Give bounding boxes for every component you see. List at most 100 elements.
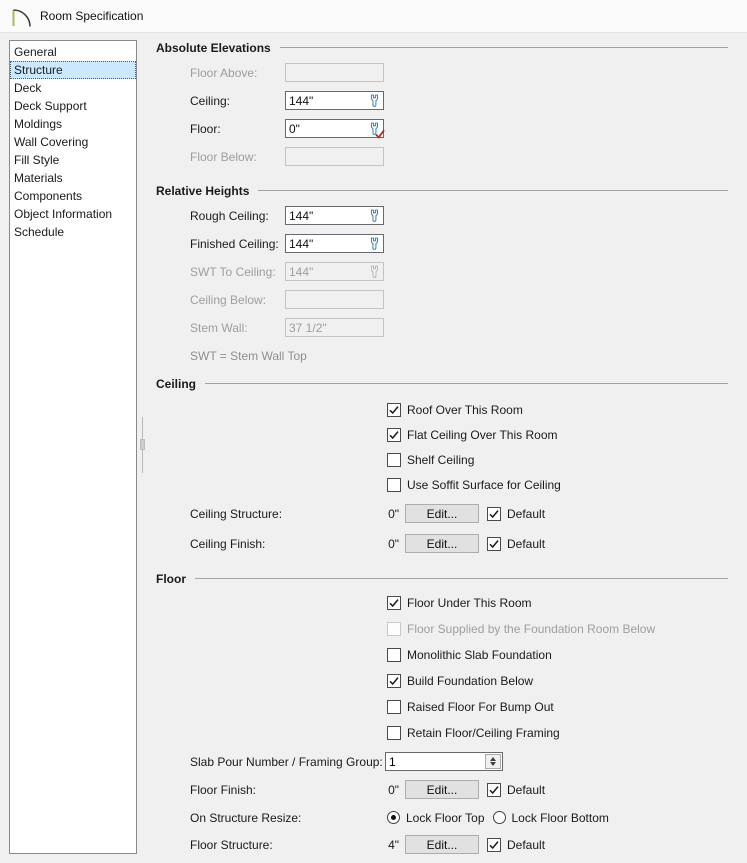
checkbox-floor-under-this-room[interactable] bbox=[387, 596, 401, 610]
checkbox-monolithic-slab[interactable] bbox=[387, 648, 401, 662]
field-row-rough-ceiling: Rough Ceiling: bbox=[190, 206, 728, 225]
section-title: Ceiling bbox=[156, 376, 197, 391]
sidebar-item-materials[interactable]: Materials bbox=[10, 169, 136, 187]
stem-wall-field bbox=[285, 318, 384, 337]
ceiling-structure-default-checkbox[interactable] bbox=[487, 506, 501, 521]
field-label: Stem Wall: bbox=[190, 320, 248, 335]
ceiling-finish-row: Ceiling Finish: 0" Edit... Default bbox=[190, 534, 728, 553]
row-label: Ceiling Finish: bbox=[190, 536, 266, 551]
dialog-header: Room Specification bbox=[0, 0, 747, 33]
sidebar-item-components[interactable]: Components bbox=[10, 187, 136, 205]
radio-label: Lock Floor Top bbox=[406, 810, 485, 825]
sidebar-item-deck-support[interactable]: Deck Support bbox=[10, 97, 136, 115]
floor-structure-default-checkbox[interactable] bbox=[487, 837, 501, 852]
check-icon bbox=[389, 431, 399, 440]
checkbox-label: Floor Supplied by the Foundation Room Be… bbox=[407, 622, 656, 636]
row-label: Floor Finish: bbox=[190, 782, 257, 797]
radio-lock-floor-bottom[interactable] bbox=[492, 811, 506, 824]
checkbox-label: Floor Under This Room bbox=[407, 596, 532, 610]
wrench-icon[interactable] bbox=[367, 209, 381, 223]
wrench-icon[interactable] bbox=[367, 237, 381, 251]
section-title: Absolute Elevations bbox=[156, 40, 271, 55]
floor-finish-value: 0" bbox=[388, 782, 399, 797]
sidebar-item-structure[interactable]: Structure bbox=[10, 61, 136, 79]
check-icon bbox=[489, 840, 499, 849]
section-title: Floor bbox=[156, 571, 186, 586]
checkbox-label: Build Foundation Below bbox=[407, 674, 534, 688]
checkbox-label: Raised Floor For Bump Out bbox=[407, 700, 554, 714]
floor-finish-edit-button[interactable]: Edit... bbox=[405, 780, 479, 799]
checkbox-label: Roof Over This Room bbox=[407, 403, 523, 417]
ceiling-finish-value: 0" bbox=[388, 536, 399, 551]
section-header: Floor bbox=[150, 571, 728, 586]
field-label: SWT To Ceiling: bbox=[190, 264, 276, 279]
checkbox-row: Use Soffit Surface for Ceiling bbox=[387, 477, 728, 493]
ceiling-structure-edit-button[interactable]: Edit... bbox=[405, 504, 479, 523]
checkbox-roof-over-this-room[interactable] bbox=[387, 403, 401, 417]
checkbox-build-foundation-below[interactable] bbox=[387, 674, 401, 688]
sidebar-item-wall-covering[interactable]: Wall Covering bbox=[10, 133, 136, 151]
section-rule bbox=[279, 47, 728, 48]
row-label: Floor Structure: bbox=[190, 837, 273, 852]
sidebar-item-general[interactable]: General bbox=[10, 43, 136, 61]
section-relative-heights: Relative Heights Rough Ceiling: Finished… bbox=[150, 184, 728, 363]
field-label: Floor: bbox=[190, 121, 221, 136]
ceiling-finish-edit-button[interactable]: Edit... bbox=[405, 534, 479, 553]
red-check-icon bbox=[375, 129, 385, 139]
wrench-icon[interactable] bbox=[367, 94, 381, 108]
section-header: Relative Heights bbox=[150, 184, 728, 198]
stepper-down-icon[interactable] bbox=[490, 762, 496, 767]
splitter-grip-icon[interactable] bbox=[140, 439, 145, 450]
sidebar-item-moldings[interactable]: Moldings bbox=[10, 115, 136, 133]
default-label: Default bbox=[507, 837, 546, 852]
checkbox-row: Raised Floor For Bump Out bbox=[387, 699, 728, 715]
stepper-buttons[interactable] bbox=[485, 754, 501, 769]
radio-lock-floor-top[interactable] bbox=[387, 811, 400, 824]
field-label: Rough Ceiling: bbox=[190, 208, 269, 223]
dialog-title: Room Specification bbox=[40, 9, 144, 23]
floor-finish-default-checkbox[interactable] bbox=[487, 782, 501, 797]
section-rule bbox=[205, 383, 728, 384]
checkbox-label: Retain Floor/Ceiling Framing bbox=[407, 726, 560, 740]
panel-splitter-handle[interactable] bbox=[140, 417, 145, 473]
row-label: Slab Pour Number / Framing Group: bbox=[190, 754, 383, 769]
ceiling-finish-default-checkbox[interactable] bbox=[487, 536, 501, 551]
checkbox-flat-ceiling[interactable] bbox=[387, 428, 401, 442]
slab-pour-input[interactable] bbox=[386, 753, 484, 770]
checkbox-shelf-ceiling[interactable] bbox=[387, 453, 401, 467]
checkbox-raised-floor-bump-out[interactable] bbox=[387, 700, 401, 714]
checkbox-label: Shelf Ceiling bbox=[407, 453, 475, 467]
stepper-up-icon[interactable] bbox=[490, 756, 496, 761]
checkbox-label: Use Soffit Surface for Ceiling bbox=[407, 478, 561, 492]
checkbox-row: Build Foundation Below bbox=[387, 673, 728, 689]
checkbox-row: Floor Under This Room bbox=[387, 595, 728, 611]
checkbox-label: Flat Ceiling Over This Room bbox=[407, 428, 558, 442]
ceiling-below-field bbox=[285, 290, 384, 309]
finished-ceiling-field bbox=[285, 234, 384, 253]
row-label: Ceiling Structure: bbox=[190, 506, 283, 521]
checkbox-use-soffit-surface[interactable] bbox=[387, 478, 401, 492]
check-icon bbox=[389, 406, 399, 415]
sidebar-item-fill-style[interactable]: Fill Style bbox=[10, 151, 136, 169]
floor-structure-edit-button[interactable]: Edit... bbox=[405, 835, 479, 854]
sidebar-item-object-information[interactable]: Object Information bbox=[10, 205, 136, 223]
checkbox-floor-supplied-foundation bbox=[387, 622, 401, 636]
checkbox-row: Flat Ceiling Over This Room bbox=[387, 427, 728, 443]
radio-label: Lock Floor Bottom bbox=[511, 810, 609, 825]
field-row-swt-to-ceiling: SWT To Ceiling: bbox=[190, 262, 728, 281]
room-arc-icon bbox=[12, 9, 31, 27]
sidebar-item-deck[interactable]: Deck bbox=[10, 79, 136, 97]
sidebar-item-schedule[interactable]: Schedule bbox=[10, 223, 136, 241]
field-row-floor-below: Floor Below: bbox=[190, 147, 728, 166]
check-icon bbox=[389, 599, 399, 608]
swt-to-ceiling-field bbox=[285, 262, 384, 281]
ceiling-structure-row: Ceiling Structure: 0" Edit... Default bbox=[190, 504, 728, 523]
section-header: Ceiling bbox=[150, 376, 728, 391]
section-header: Absolute Elevations bbox=[150, 40, 728, 55]
slab-pour-row: Slab Pour Number / Framing Group: bbox=[190, 752, 728, 771]
slab-pour-stepper bbox=[385, 752, 503, 771]
checkbox-retain-floor-ceiling-framing[interactable] bbox=[387, 726, 401, 740]
row-label: On Structure Resize: bbox=[190, 810, 302, 825]
category-list: General Structure Deck Deck Support Mold… bbox=[9, 40, 137, 854]
floor-above-input bbox=[286, 64, 383, 81]
